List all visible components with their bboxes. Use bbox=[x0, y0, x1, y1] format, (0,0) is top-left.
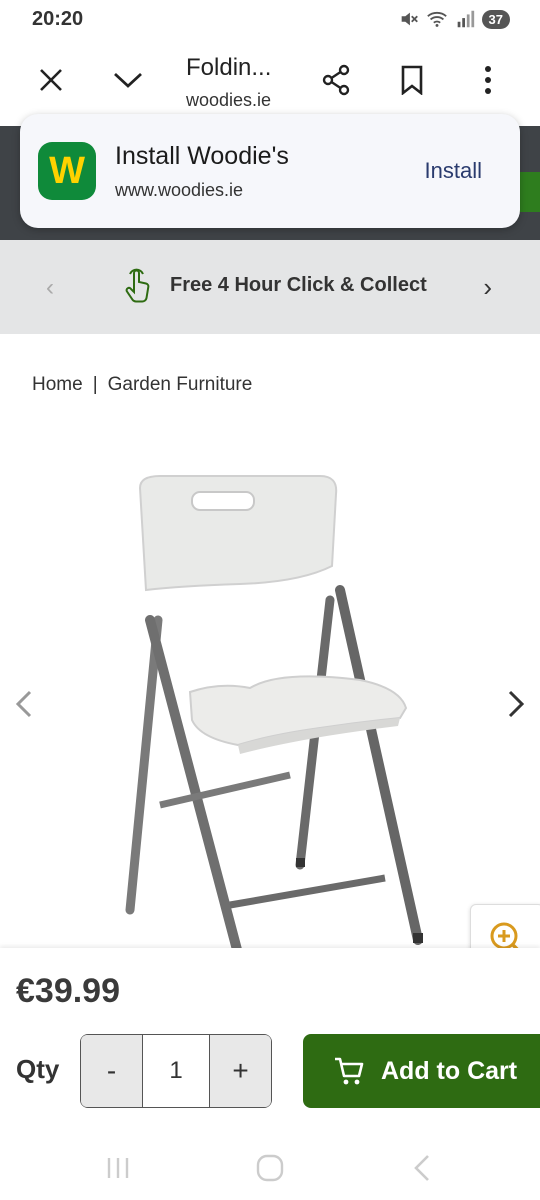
add-to-cart-label: Add to Cart bbox=[381, 1056, 518, 1085]
close-icon bbox=[40, 69, 62, 91]
install-title: Install Woodie's bbox=[115, 142, 289, 170]
product-price: €39.99 bbox=[16, 972, 120, 1010]
add-to-cart-button[interactable]: Add to Cart bbox=[303, 1034, 540, 1108]
purchase-panel: €39.99 Qty - 1 + Add to Cart bbox=[0, 948, 540, 1138]
logo-letter: W bbox=[49, 149, 85, 192]
share-button[interactable] bbox=[314, 58, 358, 102]
qty-increase-button[interactable]: + bbox=[209, 1035, 271, 1107]
recents-icon bbox=[107, 1158, 129, 1178]
page-domain[interactable]: woodies.ie bbox=[186, 90, 271, 111]
breadcrumb: Home | Garden Furniture bbox=[32, 374, 252, 396]
back-icon bbox=[414, 1155, 429, 1181]
bookmark-icon bbox=[401, 65, 423, 95]
battery-badge: 37 bbox=[481, 9, 510, 29]
promo-next-button[interactable]: › bbox=[483, 272, 492, 303]
quantity-stepper: - 1 + bbox=[80, 1034, 272, 1108]
page-title[interactable]: Foldin... bbox=[186, 54, 271, 82]
breadcrumb-category[interactable]: Garden Furniture bbox=[108, 374, 253, 396]
install-url: www.woodies.ie bbox=[115, 180, 244, 200]
home-button[interactable] bbox=[250, 1148, 290, 1188]
recents-button[interactable] bbox=[98, 1148, 138, 1188]
cart-icon bbox=[335, 1057, 364, 1085]
breadcrumb-separator: | bbox=[92, 374, 98, 395]
home-icon bbox=[256, 1154, 284, 1182]
status-bar: 20:20 37 bbox=[0, 0, 540, 40]
touch-hand-icon bbox=[125, 268, 150, 303]
qty-decrease-button[interactable]: - bbox=[81, 1035, 143, 1107]
gallery-prev-button[interactable] bbox=[14, 688, 34, 725]
expand-button[interactable] bbox=[106, 58, 150, 102]
qty-input[interactable]: 1 bbox=[143, 1035, 209, 1107]
signal-icon bbox=[457, 10, 474, 28]
more-button[interactable] bbox=[466, 58, 510, 102]
product-gallery bbox=[0, 430, 540, 974]
chevron-down-icon bbox=[114, 72, 142, 88]
gallery-next-button[interactable] bbox=[506, 688, 526, 725]
system-nav-bar bbox=[0, 1138, 540, 1200]
folding-chair-image bbox=[125, 475, 423, 960]
bookmark-button[interactable] bbox=[390, 58, 434, 102]
wifi-icon bbox=[426, 11, 447, 27]
promo-prev-button[interactable]: ‹ bbox=[46, 274, 54, 302]
chevron-left-icon bbox=[15, 690, 32, 718]
back-button[interactable] bbox=[402, 1148, 442, 1188]
close-button[interactable] bbox=[29, 58, 73, 102]
share-icon bbox=[322, 64, 350, 96]
qty-label: Qty bbox=[16, 1054, 60, 1084]
install-prompt: W Install Woodie's www.woodies.ie Instal… bbox=[20, 114, 520, 228]
chevron-right-icon bbox=[508, 690, 525, 718]
breadcrumb-home[interactable]: Home bbox=[32, 374, 83, 396]
install-button[interactable]: Install bbox=[425, 158, 482, 184]
woodies-logo: W bbox=[38, 142, 96, 200]
mute-icon bbox=[401, 12, 418, 26]
status-time: 20:20 bbox=[32, 8, 84, 30]
more-vert-icon bbox=[485, 66, 491, 94]
promo-bar: ‹ Free 4 Hour Click & Collect › bbox=[0, 240, 540, 334]
status-icons: 37 bbox=[398, 8, 510, 30]
promo-text: Free 4 Hour Click & Collect bbox=[170, 274, 427, 296]
